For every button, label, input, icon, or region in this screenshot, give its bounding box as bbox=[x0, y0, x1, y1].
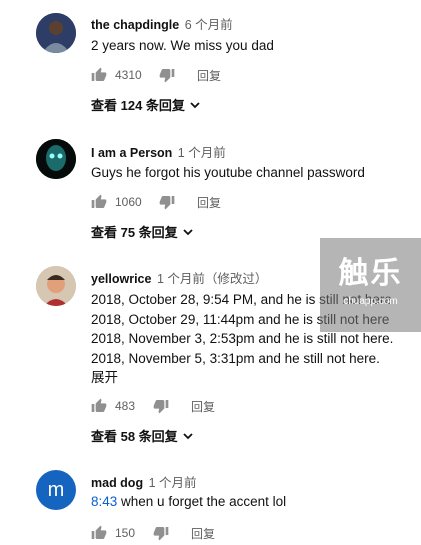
author-name[interactable]: mad dog bbox=[91, 476, 143, 490]
reply-button[interactable]: 回复 bbox=[191, 525, 215, 542]
like-count: 150 bbox=[115, 526, 136, 540]
comment-text: 2 years now. We miss you dad bbox=[91, 38, 274, 53]
comment-header: the chapdingle 6 个月前 bbox=[91, 14, 233, 33]
comment-line: 2018, November 5, 3:31pm and he still no… bbox=[91, 350, 380, 366]
chevron-down-icon bbox=[183, 432, 193, 439]
reply-button[interactable]: 回复 bbox=[197, 194, 221, 211]
expand-button[interactable]: 展开 bbox=[91, 368, 393, 388]
chevron-down-icon bbox=[183, 228, 193, 235]
thumb-down-icon[interactable] bbox=[153, 398, 171, 414]
author-name[interactable]: I am a Person bbox=[91, 146, 172, 160]
like-count: 4310 bbox=[115, 68, 142, 82]
view-replies-label: 查看 124 条回复 bbox=[91, 98, 185, 113]
avatar[interactable] bbox=[36, 139, 76, 179]
author-name[interactable]: yellowrice bbox=[91, 272, 151, 286]
like-count: 1060 bbox=[115, 195, 142, 209]
avatar-letter: m bbox=[47, 479, 65, 501]
chevron-down-icon bbox=[190, 101, 200, 108]
reply-button[interactable]: 回复 bbox=[197, 67, 221, 84]
like-count: 483 bbox=[115, 399, 136, 413]
comment-text: Guys he forgot his youtube channel passw… bbox=[91, 165, 365, 180]
author-name[interactable]: the chapdingle bbox=[91, 18, 179, 32]
thumb-down-icon[interactable] bbox=[153, 525, 171, 541]
comment-actions: 483 回复 bbox=[91, 396, 215, 416]
comment-header: I am a Person 1 个月前 bbox=[91, 142, 226, 161]
avatar[interactable] bbox=[36, 13, 76, 53]
comment-actions: 1060 回复 bbox=[91, 192, 221, 212]
comment-time[interactable]: 6 个月前 bbox=[185, 18, 233, 32]
avatar[interactable] bbox=[36, 266, 76, 306]
watermark-url: chuapp.com bbox=[343, 296, 398, 307]
thumb-up-icon[interactable] bbox=[91, 194, 109, 210]
comment-header: yellowrice 1 个月前（修改过） bbox=[91, 268, 267, 287]
thumb-down-icon[interactable] bbox=[159, 67, 177, 83]
watermark-logo: 触乐 bbox=[338, 256, 403, 291]
view-replies-button[interactable]: 查看 58 条回复 bbox=[91, 426, 194, 445]
view-replies-button[interactable]: 查看 124 条回复 bbox=[91, 95, 201, 114]
comment-actions: 4310 回复 bbox=[91, 65, 221, 85]
view-replies-label: 查看 58 条回复 bbox=[91, 429, 178, 444]
thumb-up-icon[interactable] bbox=[91, 398, 109, 414]
comment-text: 8:43 when u forget the accent lol bbox=[91, 492, 286, 512]
avatar[interactable]: m bbox=[36, 470, 76, 510]
comment-time[interactable]: 1 个月前 bbox=[178, 146, 226, 160]
comment-time[interactable]: 1 个月前（修改过） bbox=[157, 272, 267, 286]
thumb-down-icon[interactable] bbox=[159, 194, 177, 210]
comment-actions: 150 回复 bbox=[91, 523, 215, 543]
comment-header: mad dog 1 个月前 bbox=[91, 472, 197, 491]
comment-time[interactable]: 1 个月前 bbox=[149, 476, 197, 490]
thumb-up-icon[interactable] bbox=[91, 525, 109, 541]
view-replies-button[interactable]: 查看 75 条回复 bbox=[91, 222, 194, 241]
watermark: 触乐 chuapp.com bbox=[320, 238, 421, 332]
timestamp-link[interactable]: 8:43 bbox=[91, 494, 117, 509]
comment-text-rest: when u forget the accent lol bbox=[117, 494, 287, 509]
view-replies-label: 查看 75 条回复 bbox=[91, 225, 178, 240]
thumb-up-icon[interactable] bbox=[91, 67, 109, 83]
reply-button[interactable]: 回复 bbox=[191, 398, 215, 415]
